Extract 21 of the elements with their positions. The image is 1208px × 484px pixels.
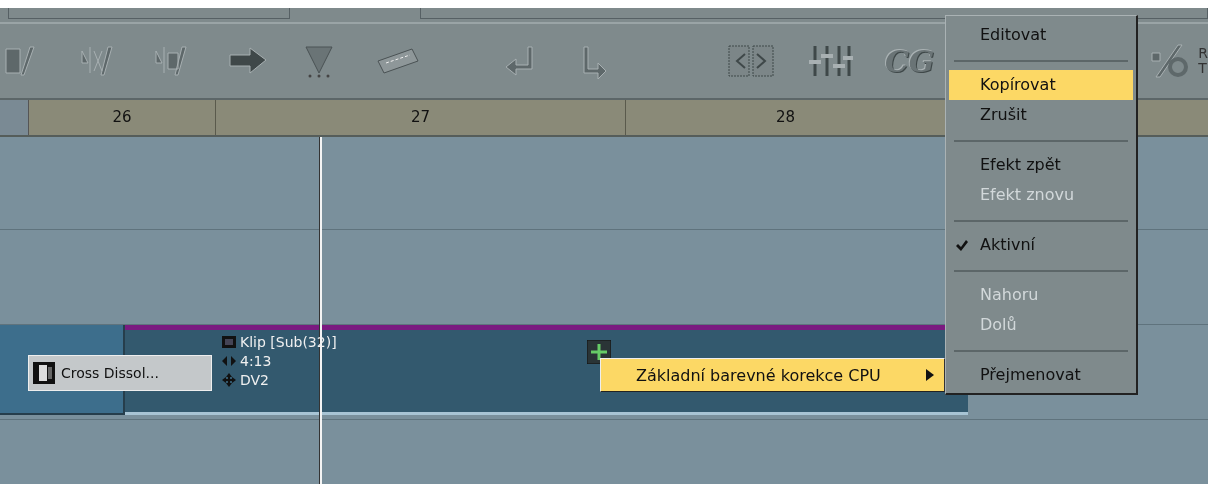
submenu-label: Základní barevné korekce CPU	[636, 365, 881, 385]
film-icon	[222, 336, 236, 348]
menu-item[interactable]: Efekt zpět	[946, 150, 1136, 180]
effect-icon[interactable]	[587, 340, 611, 364]
duration-icon	[222, 355, 236, 367]
move-icon	[222, 373, 236, 387]
menu-item[interactable]: Aktivní	[946, 230, 1136, 260]
submenu-arrow-icon	[926, 369, 934, 381]
toolbar-letter: T	[1198, 61, 1208, 76]
menu-item[interactable]: Editovat	[946, 20, 1136, 50]
transition-name-tooltip[interactable]: Cross Dissol...	[28, 355, 212, 391]
film-frames-icon[interactable]	[726, 42, 777, 80]
menu-item[interactable]: Zrušit	[946, 100, 1136, 130]
dissolve-icon	[33, 362, 55, 384]
submenu-item[interactable]: Základní barevné korekce CPU	[600, 358, 945, 392]
ruler-mark: 27	[216, 100, 626, 135]
ruler-mark: 26	[29, 100, 216, 135]
clip-duration: 4:13	[240, 353, 272, 369]
toolbar-letter: R	[1198, 46, 1208, 61]
menu-item[interactable]: Kopírovat	[949, 70, 1133, 100]
clip-format: DV2	[240, 372, 270, 388]
